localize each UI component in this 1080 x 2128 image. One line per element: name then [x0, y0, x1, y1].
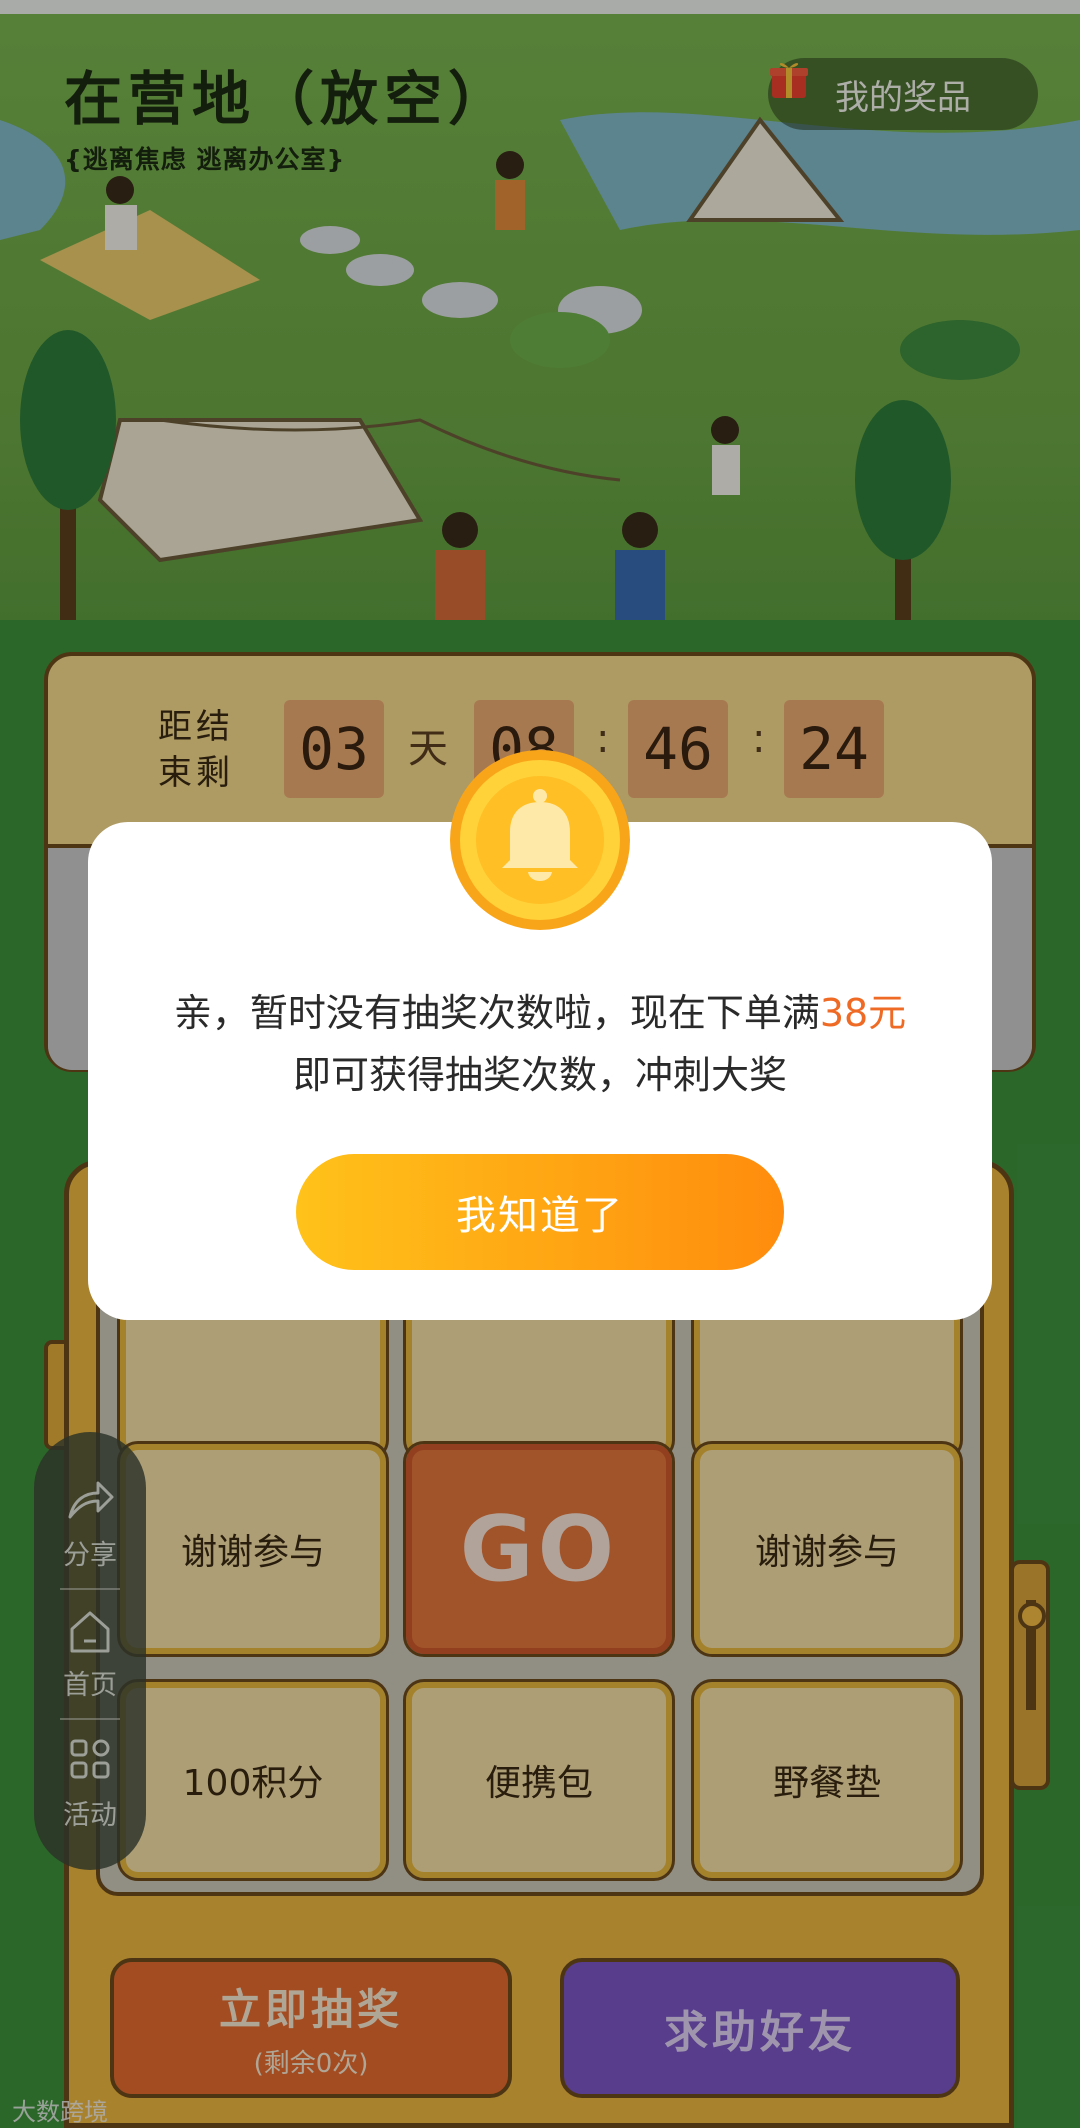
got-it-button[interactable]: 我知道了	[296, 1154, 784, 1270]
dialog-message-part2: 即可获得抽奖次数，冲刺大奖	[292, 1053, 787, 1097]
dialog-message-amount: 38元	[819, 991, 907, 1035]
bell-icon	[450, 750, 630, 930]
dialog-message-part1: 亲，暂时没有抽奖次数啦，现在下单满	[173, 991, 820, 1035]
dialog-message: 亲，暂时没有抽奖次数啦，现在下单满38元 即可获得抽奖次数，冲刺大奖	[88, 982, 992, 1106]
